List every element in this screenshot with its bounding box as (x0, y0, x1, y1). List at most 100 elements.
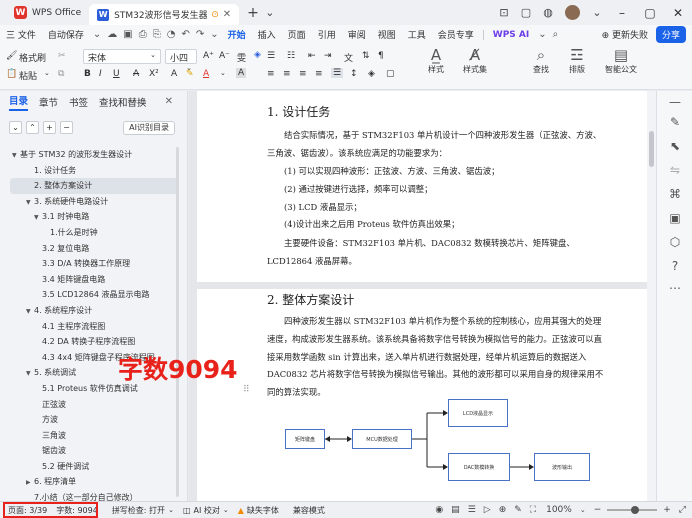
pen-icon[interactable]: ✎ (657, 115, 692, 129)
tab-toc[interactable]: 目录 (9, 93, 29, 111)
toc-expand-chevron-icon[interactable]: ▼ (26, 304, 34, 319)
paragraph[interactable]: 四种波形发生器以 STM32F103 单片机作为整个系统的控制核心，应用其强大的… (267, 313, 607, 402)
numbered-list-icon[interactable]: ☷ (287, 51, 295, 61)
toc-item[interactable]: 3.4 矩阵键盘电路 (0, 272, 178, 288)
tab-chapters[interactable]: 章节 (39, 95, 58, 109)
outline-view-icon[interactable]: ☰ (468, 505, 476, 515)
cloud-icon[interactable]: ☁ (104, 29, 120, 40)
shading-icon[interactable]: ◈ (368, 69, 375, 79)
copy-icon[interactable]: ⧉ (58, 69, 64, 79)
distribute-icon[interactable]: ☰ (331, 68, 344, 78)
chinese-layout-icon[interactable]: 文 (344, 51, 353, 64)
toc-item[interactable]: 正弦波 (0, 397, 178, 413)
style-set-button[interactable]: A̸ 样式集 (463, 46, 487, 75)
section-heading[interactable]: 2. 整体方案设计 (267, 291, 354, 308)
autosave-toggle[interactable]: 自动保存 (42, 28, 90, 41)
cut-icon[interactable]: ✂ (58, 51, 66, 61)
bullet-list-icon[interactable]: ☰ (267, 51, 275, 61)
font-size-select[interactable]: 小四 ⌄ (165, 49, 197, 72)
web-view-icon[interactable]: ⊕ (499, 505, 507, 515)
show-marks-icon[interactable]: ¶ (378, 51, 384, 61)
more-icon[interactable]: ⋯ (657, 281, 692, 295)
wps-office-tab[interactable]: W WPS Office (6, 3, 89, 23)
paragraph[interactable]: 主要硬件设备：STM32F103 单片机、DAC0832 数模转换芯片、矩阵键盘… (267, 235, 607, 271)
format-painter-button[interactable]: 格式刷 (19, 51, 46, 64)
preview-icon[interactable]: ◔ (164, 29, 179, 40)
highlight-button[interactable]: ✎ (186, 69, 194, 79)
align-right-icon[interactable]: ≡ (299, 69, 307, 79)
maximize-button[interactable]: ▢ (636, 6, 664, 20)
menu-tools[interactable]: 工具 (402, 28, 432, 41)
tab-find-replace[interactable]: 查找和替换 (99, 95, 147, 109)
toc-expand-chevron-icon[interactable]: ▼ (26, 366, 34, 381)
styles-button[interactable]: A̲ 样式 (428, 46, 444, 75)
justify-icon[interactable]: ≡ (315, 69, 323, 79)
italic-button[interactable]: I (99, 69, 102, 79)
list-item[interactable]: (3) LCD 液晶显示； (267, 199, 607, 217)
toc-item[interactable]: 方波 (0, 412, 178, 428)
minimize-button[interactable]: – (608, 6, 636, 20)
paste-button[interactable]: 粘贴 (19, 69, 37, 82)
help-icon[interactable]: ? (657, 259, 692, 273)
toc-item[interactable]: 3.2 复位电路 (0, 241, 178, 257)
align-center-icon[interactable]: ≡ (283, 69, 291, 79)
toc-expand-chevron-icon[interactable]: ▼ (34, 210, 42, 225)
indent-icon[interactable]: ⇥ (324, 51, 332, 61)
collapse-chevron-icon[interactable]: ⌃ (26, 121, 39, 134)
toc-item[interactable]: 4.1 主程序流程图 (0, 319, 178, 335)
search-icon[interactable]: ⌕ (550, 29, 562, 40)
toc-expand-chevron-icon[interactable]: ▼ (12, 148, 20, 163)
skin-icon[interactable]: ◍ (537, 6, 559, 19)
expand-chevron-icon[interactable]: ⌄ (9, 121, 22, 134)
paste-icon[interactable]: 📋 (6, 69, 17, 79)
text-effect-button[interactable]: A (171, 69, 177, 79)
find-button[interactable]: ⌕ 查找 (533, 46, 549, 75)
window-layout-icon[interactable]: ▢ (515, 6, 537, 19)
new-tab-button[interactable]: + (247, 5, 259, 21)
font-color-button[interactable]: A (203, 69, 209, 79)
outdent-icon[interactable]: ⇤ (308, 51, 316, 61)
screenshot-icon[interactable]: ⊡ (493, 6, 515, 19)
toc-item[interactable]: 5.2 硬件调试 (0, 459, 178, 475)
close-tab-icon[interactable]: ✕ (223, 9, 231, 20)
switch-icon[interactable]: ⇋ (657, 163, 692, 177)
eye-protect-icon[interactable]: ◉ (435, 505, 443, 515)
strikethrough-button[interactable]: A (133, 69, 139, 79)
export-pdf-icon[interactable]: ⎙ (136, 29, 150, 40)
cube-icon[interactable]: ⬡ (657, 235, 692, 249)
toc-item[interactable]: 1.什么是时钟 (0, 225, 178, 241)
block-diagram[interactable]: 矩阵键盘 MCU数据处理 LCD液晶显示 DAC数模转换 波形输出 (197, 399, 647, 499)
close-window-button[interactable]: ✕ (664, 6, 692, 20)
smart-doc-button[interactable]: ▤ 智能公文 (605, 46, 637, 75)
play-icon[interactable]: ▷ (484, 505, 491, 515)
collapse-rail-icon[interactable]: — (657, 95, 692, 109)
bold-button[interactable]: B (84, 69, 91, 79)
line-spacing-icon[interactable]: ↕ (350, 69, 358, 79)
drag-handle-icon[interactable]: ⠿ (243, 385, 250, 395)
wps-ai-menu[interactable]: WPS AI (487, 30, 535, 40)
tab-bookmarks[interactable]: 书签 (69, 95, 88, 109)
ai-check-chevron-icon[interactable]: ⌄ (223, 506, 229, 514)
toc-item[interactable]: ▼ 3. 系统硬件电路设计 (0, 194, 178, 210)
underline-button[interactable]: U (113, 69, 120, 79)
quick-access-chevron-icon[interactable]: ⌄ (207, 29, 221, 40)
autosave-chevron-icon[interactable]: ⌄ (90, 29, 104, 40)
undo-icon[interactable]: ↶ (178, 29, 192, 40)
missing-font-button[interactable]: 缺失字体 (247, 505, 279, 516)
grow-font-icon[interactable]: A⁺ (203, 51, 214, 61)
format-painter-icon[interactable]: 🖌 (6, 51, 17, 61)
ai-toc-button[interactable]: AI识别目录 (123, 121, 175, 135)
menu-page[interactable]: 页面 (282, 28, 312, 41)
zoom-chevron-icon[interactable]: ⌄ (580, 506, 586, 514)
scrollbar-thumb[interactable] (649, 131, 654, 167)
toc-expand-chevron-icon[interactable]: ▶ (26, 475, 34, 490)
pinyin-icon[interactable]: 雯 (237, 51, 246, 64)
user-avatar[interactable] (565, 5, 580, 20)
remove-heading-icon[interactable]: − (60, 121, 73, 134)
more-chevron-icon[interactable]: ⌄ (586, 6, 608, 19)
list-item[interactable]: (1) 可以实现四种波形：正弦波、方波、三角波、锯齿波； (267, 163, 607, 181)
focus-icon[interactable]: ⛶ (530, 505, 536, 515)
toc-item[interactable]: ▼ 3.1 时钟电路 (0, 209, 178, 225)
toc-item[interactable]: 三角波 (0, 428, 178, 444)
menu-reference[interactable]: 引用 (312, 28, 342, 41)
